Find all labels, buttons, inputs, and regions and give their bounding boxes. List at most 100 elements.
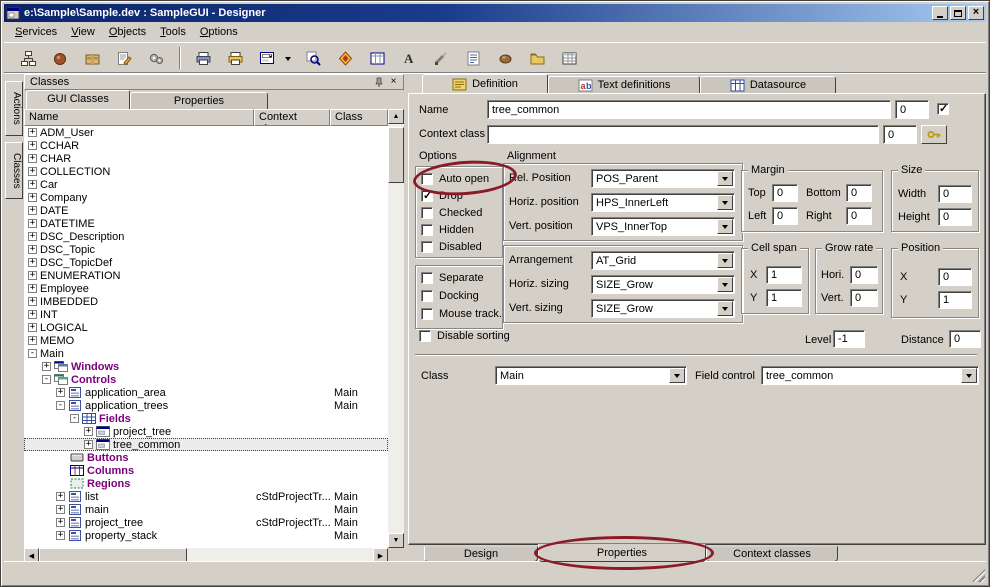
margin-left-input[interactable]: 0 — [772, 207, 798, 225]
option-hidden[interactable]: Hidden — [421, 224, 474, 236]
resize-grip[interactable] — [972, 569, 985, 582]
chevron-down-icon[interactable] — [717, 301, 733, 316]
distance-input[interactable]: 0 — [949, 330, 981, 348]
expand-icon[interactable]: + — [28, 141, 37, 150]
chevron-down-icon[interactable] — [717, 219, 733, 234]
scroll-up-arrow[interactable]: ▲ — [388, 109, 404, 124]
tree-row-list[interactable]: +listcStdProjectTr...Main — [24, 490, 388, 503]
data-grid-icon[interactable] — [557, 46, 582, 71]
folder-icon[interactable] — [525, 46, 550, 71]
chevron-down-icon[interactable] — [717, 253, 733, 268]
select-vert-position[interactable]: VPS_InnerTop — [591, 217, 735, 236]
tab-definition[interactable]: Definition — [422, 74, 548, 93]
package-icon[interactable] — [80, 46, 105, 71]
grow-rate-vert-input[interactable]: 0 — [850, 289, 878, 307]
scroll-down-arrow[interactable]: ▼ — [388, 533, 404, 548]
settings-icon[interactable] — [144, 46, 169, 71]
tab-design[interactable]: Design — [424, 546, 538, 562]
select-vert-sizing[interactable]: SIZE_Grow — [591, 299, 735, 318]
select-arrangement[interactable]: AT_Grid — [591, 251, 735, 270]
tab-text-definitions[interactable]: abText definitions — [548, 76, 700, 93]
control-picker-icon[interactable] — [255, 46, 280, 71]
context-class-input[interactable] — [487, 125, 879, 144]
menu-item-view[interactable]: View — [64, 24, 102, 40]
select-horiz-position[interactable]: HPS_InnerLeft — [591, 193, 735, 212]
option-auto-open[interactable]: Auto open — [421, 173, 489, 185]
checkbox-drop[interactable] — [421, 190, 433, 202]
cell-span-y-input[interactable]: 1 — [766, 289, 802, 307]
tree-row-cchar[interactable]: +CCHAR — [24, 139, 388, 152]
report-icon[interactable] — [461, 46, 486, 71]
menu-item-tools[interactable]: Tools — [153, 24, 193, 40]
name-index-input[interactable]: 0 — [895, 100, 929, 119]
size-width-input[interactable]: 0 — [938, 185, 972, 203]
chevron-down-icon[interactable] — [669, 368, 685, 383]
expand-icon[interactable]: + — [56, 518, 65, 527]
title-bar[interactable]: e:\Sample\Sample.dev : SampleGUI - Desig… — [4, 4, 986, 22]
expand-icon[interactable]: + — [56, 492, 65, 501]
chevron-down-icon[interactable] — [961, 368, 977, 383]
expand-icon[interactable]: + — [56, 505, 65, 514]
run-icon[interactable] — [48, 46, 73, 71]
option-drop[interactable]: Drop — [421, 190, 463, 202]
tree-row-company[interactable]: +Company — [24, 191, 388, 204]
theme-icon[interactable] — [493, 46, 518, 71]
tree-row-collection[interactable]: +COLLECTION — [24, 165, 388, 178]
position-y-input[interactable]: 1 — [938, 291, 972, 309]
margin-right-input[interactable]: 0 — [846, 207, 872, 225]
side-tab-actions[interactable]: Actions — [5, 81, 23, 136]
chevron-down-icon[interactable] — [717, 171, 733, 186]
pin-icon[interactable] — [371, 76, 386, 89]
tree-row-char[interactable]: +CHAR — [24, 152, 388, 165]
checkbox-auto-open[interactable] — [421, 173, 433, 185]
tree-row-enumeration[interactable]: +ENUMERATION — [24, 269, 388, 282]
expand-icon[interactable]: + — [28, 245, 37, 254]
tab-context-classes[interactable]: Context classes — [706, 546, 838, 562]
expand-icon[interactable]: + — [28, 336, 37, 345]
expand-icon[interactable]: + — [56, 388, 65, 397]
side-tab-classes[interactable]: Classes — [5, 142, 23, 200]
cell-span-x-input[interactable]: 1 — [766, 266, 802, 284]
disable-sorting-option[interactable]: Disable sorting — [419, 330, 510, 342]
level-input[interactable]: -1 — [833, 330, 865, 348]
print-preview-icon[interactable] — [223, 46, 248, 71]
vertical-scroll-thumb[interactable] — [388, 127, 404, 183]
tree-row-logical[interactable]: +LOGICAL — [24, 321, 388, 334]
expand-icon[interactable]: + — [28, 297, 37, 306]
tree-row-dsc-description[interactable]: +DSC_Description — [24, 230, 388, 243]
expand-icon[interactable]: + — [84, 440, 93, 449]
preview-icon[interactable] — [301, 46, 326, 71]
select-rel-position[interactable]: POS_Parent — [591, 169, 735, 188]
class-select[interactable]: Main — [495, 366, 687, 385]
checkbox-separate[interactable] — [421, 272, 433, 284]
checkbox-docking[interactable] — [421, 290, 433, 302]
tree-row-columns[interactable]: Columns — [24, 464, 388, 477]
expand-icon[interactable]: + — [28, 232, 37, 241]
checkbox-hidden[interactable] — [421, 224, 433, 236]
maximize-button[interactable] — [950, 6, 966, 20]
tools-icon[interactable] — [429, 46, 454, 71]
expand-icon[interactable]: + — [28, 284, 37, 293]
column-header-class[interactable]: Class — [330, 109, 388, 126]
expand-icon[interactable]: + — [28, 271, 37, 280]
expand-icon[interactable]: + — [84, 427, 93, 436]
tree-row-regions[interactable]: Regions — [24, 477, 388, 490]
expand-icon[interactable]: + — [42, 362, 51, 371]
tree-row-project-tree[interactable]: +project_treecStdProjectTr...Main — [24, 516, 388, 529]
class-hierarchy-icon[interactable] — [16, 46, 41, 71]
tree-row-int[interactable]: +INT — [24, 308, 388, 321]
tree-row-project-tree[interactable]: +project_tree — [24, 425, 388, 438]
collapse-icon[interactable]: - — [56, 401, 65, 410]
menu-item-services[interactable]: Services — [8, 24, 64, 40]
name-input[interactable]: tree_common — [487, 100, 891, 119]
name-checkbox[interactable] — [937, 103, 949, 115]
position-x-input[interactable]: 0 — [938, 268, 972, 286]
tree-row-property-stack[interactable]: +property_stackMain — [24, 529, 388, 542]
option-docking[interactable]: Docking — [421, 290, 479, 302]
tree-vertical-scrollbar[interactable]: ▲ ▼ — [388, 109, 404, 548]
margin-bottom-input[interactable]: 0 — [846, 184, 872, 202]
menu-item-options[interactable]: Options — [193, 24, 245, 40]
tree-row-dsc-topic[interactable]: +DSC_Topic — [24, 243, 388, 256]
resources-icon[interactable] — [333, 46, 358, 71]
collapse-icon[interactable]: - — [70, 414, 79, 423]
